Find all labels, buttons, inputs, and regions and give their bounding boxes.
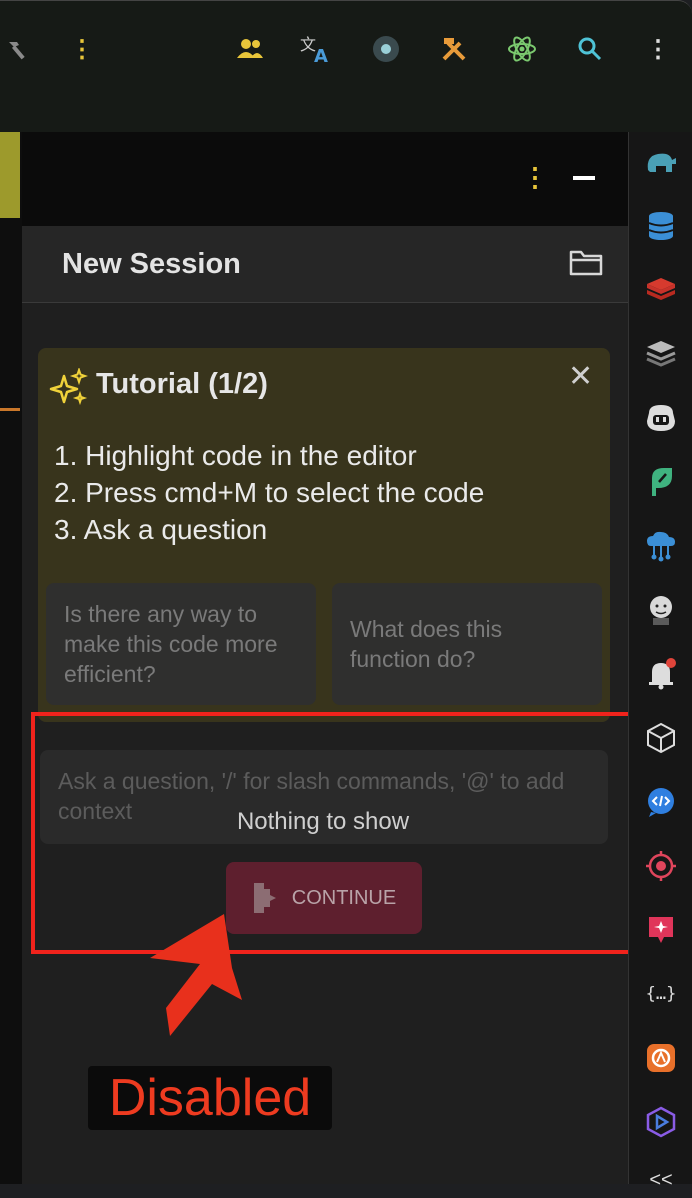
- atom-icon[interactable]: [504, 31, 540, 67]
- search-icon[interactable]: [572, 31, 608, 67]
- tutorial-step: 3. Ask a question: [54, 514, 268, 545]
- tutorial-title: Tutorial (1/2): [96, 368, 268, 400]
- more-vertical-icon[interactable]: ⋮: [64, 31, 100, 67]
- session-title: New Session: [62, 248, 241, 280]
- target-icon[interactable]: [643, 848, 679, 884]
- layers-icon[interactable]: [643, 336, 679, 372]
- suggestion-function[interactable]: What does this function do?: [332, 583, 602, 705]
- users-icon[interactable]: [232, 31, 268, 67]
- session-bar: New Session: [22, 226, 628, 303]
- suggestion-efficiency[interactable]: Is there any way to make this code more …: [46, 583, 316, 705]
- code-chat-icon[interactable]: [643, 784, 679, 820]
- editor-tab-indicator: [0, 408, 20, 411]
- translate-icon[interactable]: 文A: [298, 31, 334, 67]
- top-toolbar: ⋮ 文A ⋮: [0, 0, 692, 97]
- tutorial-card: Tutorial (1/2) ✕ 1. Highlight code in th…: [38, 348, 610, 722]
- more-vertical-icon[interactable]: ⋮: [522, 164, 548, 190]
- copilot-icon[interactable]: [643, 400, 679, 436]
- tools-icon[interactable]: [436, 31, 472, 67]
- toolbar-strip: [0, 96, 692, 133]
- gradle-elephant-icon[interactable]: [643, 144, 679, 180]
- chat-panel: ⋮ New Session Tutorial (1/2) ✕ 1. Highli…: [22, 132, 628, 1184]
- highlight-rectangle: [31, 712, 634, 954]
- jenkins-icon[interactable]: [643, 592, 679, 628]
- database-icon[interactable]: [643, 208, 679, 244]
- hammer-icon[interactable]: [0, 31, 36, 67]
- record-icon[interactable]: [368, 31, 404, 67]
- disabled-label: Disabled: [88, 1066, 332, 1130]
- hexagon-play-icon[interactable]: [643, 1104, 679, 1140]
- annotation-arrow-icon: [140, 908, 250, 1045]
- more-vertical-icon[interactable]: ⋮: [640, 31, 676, 67]
- redis-icon[interactable]: [643, 272, 679, 308]
- feather-icon[interactable]: [643, 464, 679, 500]
- panel-header: ⋮: [22, 132, 628, 226]
- json-braces-icon[interactable]: {…}: [643, 976, 679, 1012]
- collapse-icon[interactable]: <<: [643, 1162, 679, 1198]
- svg-text:A: A: [314, 46, 328, 64]
- editor-edge: [0, 132, 23, 1184]
- editor-highlight: [0, 132, 20, 218]
- plugin-icon[interactable]: [643, 1040, 679, 1076]
- notifications-icon[interactable]: [643, 656, 679, 692]
- folder-icon[interactable]: [568, 246, 604, 283]
- sparkle-card-icon[interactable]: [643, 912, 679, 948]
- sparkle-icon: [48, 366, 89, 413]
- minimize-icon[interactable]: [573, 176, 595, 180]
- tutorial-step: 1. Highlight code in the editor: [54, 440, 417, 471]
- cloud-network-icon[interactable]: [643, 528, 679, 564]
- tutorial-step: 2. Press cmd+M to select the code: [54, 477, 485, 508]
- cube-icon[interactable]: [643, 720, 679, 756]
- tool-window-bar: {…} <<: [628, 132, 692, 1191]
- close-icon[interactable]: ✕: [568, 362, 593, 392]
